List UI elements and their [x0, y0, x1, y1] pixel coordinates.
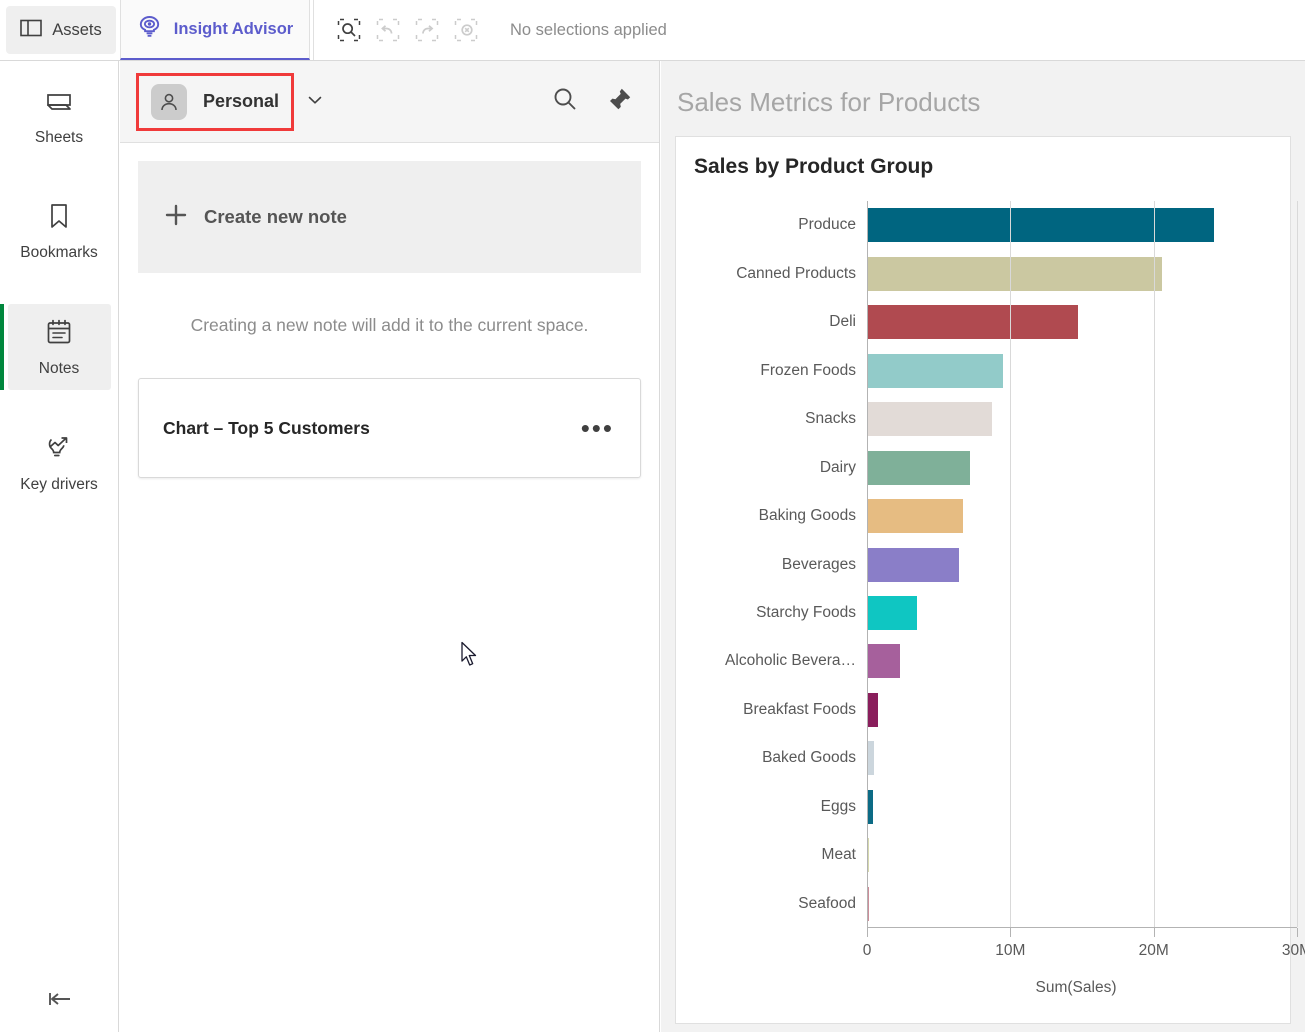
- tick-mark: [1010, 928, 1012, 937]
- top-toolbar: Assets Insight Advisor No selections app…: [0, 0, 1305, 61]
- x-tick-label: 20M: [1138, 942, 1169, 959]
- category-label[interactable]: Beverages: [782, 556, 856, 574]
- category-label[interactable]: Dairy: [820, 459, 856, 477]
- notes-header: Personal: [120, 61, 659, 143]
- category-label[interactable]: Breakfast Foods: [743, 701, 856, 719]
- category-label[interactable]: Starchy Foods: [756, 604, 856, 622]
- page-title: Sales Metrics for Products: [677, 87, 981, 117]
- sidebar-item-notes[interactable]: Notes: [0, 304, 111, 390]
- gridline: [1010, 201, 1012, 927]
- sheets-icon: [44, 89, 74, 120]
- bar[interactable]: [867, 402, 992, 437]
- plot-area: [867, 201, 1298, 928]
- notes-body: Create new note Creating a new note will…: [120, 143, 659, 478]
- bar-chart: Produce Canned Products Deli Frozen Foods Sn…: [694, 201, 1305, 1001]
- bar[interactable]: [867, 692, 879, 727]
- left-rail: Sheets Bookmarks Notes Key drivers: [0, 61, 119, 1032]
- chart-card[interactable]: Sales by Product Group Produce Canned Pro…: [675, 136, 1305, 1024]
- category-label[interactable]: Frozen Foods: [760, 362, 856, 380]
- space-name: Personal: [203, 91, 280, 111]
- category-label[interactable]: Produce: [798, 216, 856, 234]
- note-title: Chart – Top 5 Customers: [163, 417, 370, 438]
- tick-mark: [1297, 928, 1298, 937]
- x-tick-label: 30M: [1281, 942, 1305, 959]
- sidebar-item-label: Notes: [38, 360, 80, 377]
- selection-search-icon[interactable]: [332, 13, 366, 47]
- category-label[interactable]: Eggs: [821, 798, 856, 816]
- x-tick-label: 0: [862, 942, 872, 959]
- category-label[interactable]: Canned Products: [736, 265, 856, 283]
- sidebar-item-label: Bookmarks: [20, 244, 98, 261]
- gridline: [1297, 201, 1298, 927]
- bar[interactable]: [867, 450, 971, 485]
- bar[interactable]: [867, 595, 918, 630]
- bar[interactable]: [867, 499, 964, 534]
- key-drivers-icon: [44, 434, 74, 467]
- sidebar-item-label: Key drivers: [20, 476, 98, 493]
- x-tick-label: 10M: [995, 942, 1026, 959]
- tick-mark: [867, 928, 868, 937]
- chevron-down-icon[interactable]: [307, 93, 323, 111]
- redo-icon[interactable]: [410, 13, 444, 47]
- category-label[interactable]: Snacks: [805, 410, 856, 428]
- category-label[interactable]: Alcoholic Bevera…: [725, 652, 856, 670]
- panel-layout-icon: [20, 18, 43, 43]
- sidebar-item-sheets[interactable]: Sheets: [8, 75, 111, 159]
- notes-hint: Creating a new note will add it to the c…: [190, 315, 589, 335]
- clear-selections-icon[interactable]: [449, 13, 483, 47]
- x-axis-label: Sum(Sales): [1035, 979, 1117, 996]
- sidebar-item-label: Sheets: [34, 129, 84, 146]
- category-label[interactable]: Deli: [829, 313, 856, 331]
- selection-toolbar: No selections applied: [313, 0, 667, 60]
- undo-icon[interactable]: [371, 13, 405, 47]
- create-new-note-button[interactable]: Create new note: [138, 161, 641, 273]
- person-icon: [151, 83, 187, 120]
- category-label[interactable]: Meat: [822, 846, 856, 864]
- bar[interactable]: [867, 256, 1163, 291]
- chart-pane: Sales Metrics for Products Sales by Prod…: [661, 61, 1305, 1032]
- bar[interactable]: [867, 305, 1078, 340]
- tick-mark: [1153, 928, 1155, 937]
- gridline: [1153, 201, 1155, 927]
- pin-icon[interactable]: [607, 86, 633, 117]
- y-axis-category-labels: Produce Canned Products Deli Frozen Foods Sn…: [694, 201, 866, 928]
- selection-status: No selections applied: [510, 20, 667, 39]
- bar[interactable]: [867, 353, 1004, 388]
- create-new-note-label: Create new note: [204, 206, 347, 227]
- category-label[interactable]: Baked Goods: [762, 749, 856, 767]
- notes-panel: Personal Create new note Creating a new …: [120, 61, 660, 1032]
- sidebar-item-bookmarks[interactable]: Bookmarks: [8, 189, 111, 274]
- space-selector[interactable]: Personal: [136, 72, 295, 131]
- y-axis-line: [867, 201, 868, 927]
- category-label[interactable]: Seafood: [798, 895, 856, 913]
- bar[interactable]: [867, 741, 875, 776]
- collapse-left-icon: [43, 989, 77, 1014]
- bar[interactable]: [867, 208, 1214, 243]
- lightbulb-eye-icon: [137, 14, 162, 44]
- ellipsis-icon[interactable]: •••: [581, 415, 614, 441]
- sidebar-item-key-drivers[interactable]: Key drivers: [8, 420, 111, 506]
- assets-label: Assets: [52, 20, 102, 39]
- plus-icon: [164, 203, 188, 232]
- search-icon[interactable]: [551, 85, 579, 118]
- insight-advisor-label: Insight Advisor: [173, 19, 294, 38]
- assets-button[interactable]: Assets: [6, 6, 116, 54]
- bookmark-icon: [48, 203, 70, 235]
- bar[interactable]: [867, 644, 900, 679]
- chart-title: Sales by Product Group: [694, 155, 934, 178]
- tab-insight-advisor[interactable]: Insight Advisor: [120, 0, 310, 60]
- collapse-panel-button[interactable]: [0, 989, 119, 1014]
- category-label[interactable]: Baking Goods: [759, 507, 856, 525]
- bar[interactable]: [867, 547, 959, 582]
- notes-icon: [45, 318, 73, 351]
- list-item[interactable]: Chart – Top 5 Customers •••: [138, 378, 641, 478]
